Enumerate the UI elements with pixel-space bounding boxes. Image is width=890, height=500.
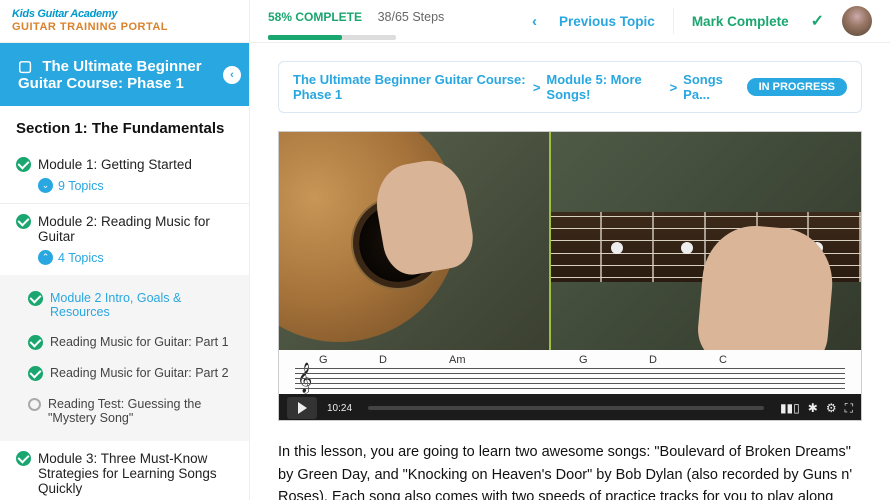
chord-label: C (719, 354, 727, 366)
fret-marker-icon (681, 242, 693, 254)
volume-icon[interactable]: ▮▮▯ (780, 401, 800, 416)
progress-percent: 58% COMPLETE (268, 10, 362, 24)
sidebar: Kids Guitar Academy GUITAR TRAINING PORT… (0, 0, 250, 500)
progress-block: 58% COMPLETE 38/65 Steps (268, 8, 444, 34)
content-area: The Ultimate Beginner Guitar Course: Pha… (250, 43, 890, 500)
progress-steps: 38/65 Steps (378, 10, 445, 24)
video-camera-left (279, 132, 551, 350)
subtopic-label: Reading Music for Guitar: Part 2 (50, 366, 229, 380)
video-frame (279, 132, 861, 350)
logo: Kids Guitar Academy GUITAR TRAINING PORT… (0, 0, 249, 43)
subtopic-list: Module 2 Intro, Goals & Resources Readin… (0, 275, 249, 441)
video-controls: 10:24 ▮▮▯ ✱ ⚙ ⛶ (279, 394, 861, 421)
chevron-up-icon[interactable]: ⌃ (38, 250, 53, 265)
breadcrumb-separator: > (533, 80, 541, 95)
collapse-sidebar-icon[interactable]: ‹ (223, 66, 241, 84)
avatar[interactable] (842, 6, 872, 36)
video-timestamp: 10:24 (327, 403, 352, 414)
play-button[interactable] (287, 397, 317, 419)
gear-icon[interactable]: ⚙ (826, 401, 837, 416)
video-scrubber[interactable] (368, 406, 764, 410)
topics-count: 9 Topics (58, 179, 104, 193)
music-staff: G D Am G D C 𝄞 (279, 350, 861, 394)
chord-label: D (649, 354, 719, 366)
subtopic-label: Reading Test: Guessing the "Mystery Song… (48, 397, 233, 425)
subtopic-item[interactable]: Module 2 Intro, Goals & Resources (0, 283, 249, 327)
section-header: Section 1: The Fundamentals (0, 106, 249, 147)
subtopic-item[interactable]: Reading Music for Guitar: Part 2 (0, 358, 249, 389)
breadcrumb: The Ultimate Beginner Guitar Course: Pha… (278, 61, 862, 113)
fret-marker-icon (611, 242, 623, 254)
play-icon (298, 402, 307, 414)
logo-subtitle: GUITAR TRAINING PORTAL (12, 21, 237, 34)
topbar: 58% COMPLETE 38/65 Steps ‹ Previous Topi… (250, 0, 890, 43)
check-icon (28, 366, 43, 381)
check-icon (16, 214, 31, 229)
module-item[interactable]: Module 2: Reading Music for Guitar ⌃ 4 T… (0, 204, 249, 275)
main-content: 58% COMPLETE 38/65 Steps ‹ Previous Topi… (250, 0, 890, 500)
breadcrumb-separator: > (670, 80, 678, 95)
breadcrumb-item[interactable]: Songs Pa... (683, 72, 740, 102)
circle-icon (28, 398, 41, 411)
subtopic-label: Reading Music for Guitar: Part 1 (50, 335, 229, 349)
settings-icon[interactable]: ✱ (808, 401, 818, 416)
chord-label: Am (449, 354, 579, 366)
chevron-down-icon[interactable]: ⌄ (38, 178, 53, 193)
chord-label: G (579, 354, 649, 366)
subtopic-label: Module 2 Intro, Goals & Resources (50, 291, 233, 319)
subtopic-item[interactable]: Reading Music for Guitar: Part 1 (0, 327, 249, 358)
chord-row: G D Am G D C (295, 354, 845, 366)
module-title: Module 1: Getting Started (38, 157, 192, 172)
book-icon: ▢ (18, 58, 32, 75)
topics-count: 4 Topics (58, 251, 104, 265)
chevron-left-icon: ‹ (532, 13, 537, 30)
fullscreen-icon[interactable]: ⛶ (845, 401, 853, 416)
check-icon (28, 291, 43, 306)
chord-label: D (379, 354, 449, 366)
breadcrumb-item[interactable]: Module 5: More Songs! (546, 72, 663, 102)
progress-bar (268, 35, 396, 40)
logo-title: Kids Guitar Academy (12, 8, 237, 21)
prev-topic-label: Previous Topic (559, 14, 655, 29)
check-icon: ✓ (811, 11, 824, 31)
module-item[interactable]: Module 3: Three Must-Know Strategies for… (0, 441, 249, 500)
mark-complete-button[interactable]: Mark Complete ✓ (692, 11, 824, 31)
lesson-description: In this lesson, you are going to learn t… (278, 441, 862, 500)
breadcrumb-item[interactable]: The Ultimate Beginner Guitar Course: Pha… (293, 72, 527, 102)
chord-label: G (319, 354, 379, 366)
course-title-text: The Ultimate Beginner Guitar Course: Pha… (18, 58, 202, 92)
check-icon (16, 451, 31, 466)
divider (673, 8, 674, 34)
module-item[interactable]: Module 1: Getting Started ⌄ 9 Topics (0, 147, 249, 203)
mark-complete-label: Mark Complete (692, 14, 789, 29)
course-title-bar[interactable]: ▢ The Ultimate Beginner Guitar Course: P… (0, 43, 249, 106)
check-icon (16, 157, 31, 172)
subtopic-item[interactable]: Reading Test: Guessing the "Mystery Song… (0, 389, 249, 433)
check-icon (28, 335, 43, 350)
video-player[interactable]: G D Am G D C 𝄞 10:24 (278, 131, 862, 421)
video-camera-right (551, 132, 861, 350)
status-badge: IN PROGRESS (747, 78, 847, 96)
module-title: Module 3: Three Must-Know Strategies for… (38, 451, 233, 496)
module-title: Module 2: Reading Music for Guitar (38, 214, 233, 244)
staff-lines (295, 368, 845, 388)
previous-topic-link[interactable]: ‹ Previous Topic (532, 13, 655, 30)
